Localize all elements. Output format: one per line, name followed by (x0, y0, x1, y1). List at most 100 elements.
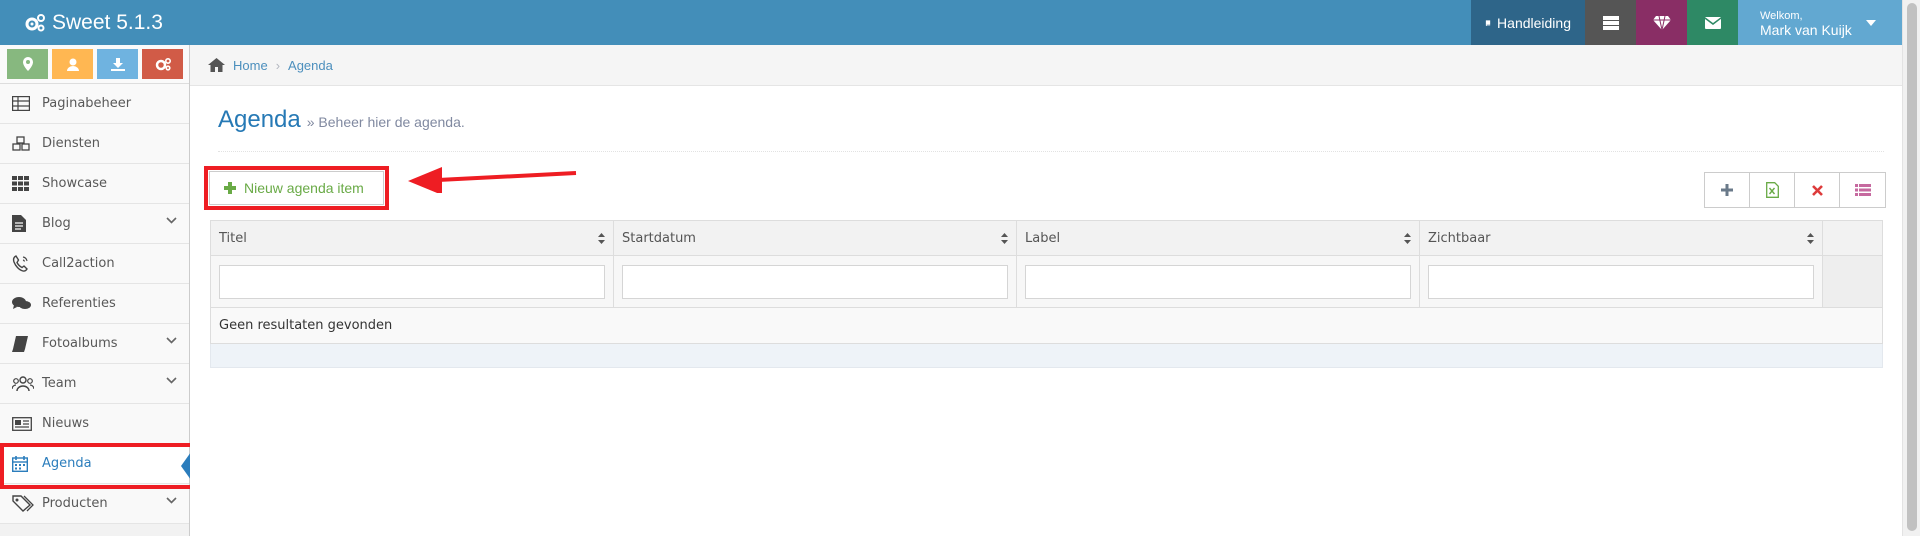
sidebar-item-label: Call2action (42, 256, 115, 271)
map-marker-icon (22, 57, 33, 71)
export-excel-button[interactable] (1750, 173, 1795, 207)
page-scrollbar[interactable] (1902, 0, 1920, 536)
manual-label: Handleiding (1497, 14, 1571, 31)
sidebar-item-referenties[interactable]: Referenties (0, 284, 189, 324)
breadcrumb-current[interactable]: Agenda (288, 58, 333, 73)
sidebar-item-label: Referenties (42, 296, 116, 311)
shortcut-settings[interactable] (142, 49, 183, 79)
chevron-down-icon (166, 377, 177, 384)
sidebar-item-call2action[interactable]: Call2action (0, 244, 189, 284)
download-icon (110, 57, 125, 71)
grid-toolbar (1704, 172, 1886, 208)
sort-icon (1001, 232, 1008, 244)
plus-icon (1721, 184, 1733, 196)
column-chooser-button[interactable] (1840, 173, 1885, 207)
grid-header-row: Titel Startdatum Label Zichtbaar (210, 220, 1883, 256)
scrollbar-thumb[interactable] (1907, 3, 1917, 531)
column-header-actions (1823, 221, 1882, 255)
page-title: Agenda (218, 106, 301, 133)
new-agenda-item-label: Nieuw agenda item (244, 180, 364, 196)
table-icon (12, 96, 30, 111)
column-header-zichtbaar[interactable]: Zichtbaar (1420, 221, 1823, 255)
users-icon (12, 376, 34, 391)
breadcrumb-separator: › (275, 57, 281, 73)
annotation-arrow-icon (408, 167, 577, 193)
sort-icon (1404, 232, 1411, 244)
new-agenda-item-button[interactable]: Nieuw agenda item (209, 171, 384, 205)
envelope-icon (1704, 16, 1721, 29)
server-icon (1602, 15, 1619, 30)
sidebar-item-label: Showcase (42, 176, 107, 191)
sidebar-item-nieuws[interactable]: Nieuws (0, 404, 189, 444)
sidebar-item-label: Diensten (42, 136, 100, 151)
phone-icon (12, 255, 28, 272)
page-header: Agenda » Beheer hier de agenda. (218, 106, 1884, 152)
sidebar-item-team[interactable]: Team (0, 364, 189, 404)
chevron-down-icon (166, 337, 177, 344)
filter-input-label[interactable] (1025, 264, 1411, 299)
grid-footer (210, 344, 1883, 368)
sidebar-shortcuts (0, 45, 189, 84)
sidebar-item-label: Producten (42, 496, 108, 511)
page-subtitle: » Beheer hier de agenda. (306, 114, 465, 130)
column-header-titel[interactable]: Titel (211, 221, 614, 255)
grid-filter-row (210, 256, 1883, 308)
cogs-icon (25, 13, 45, 31)
shortcut-location[interactable] (7, 49, 48, 79)
file-icon (12, 215, 26, 232)
grid-icon (12, 176, 29, 191)
sort-icon (1807, 232, 1814, 244)
sidebar-item-label: Paginabeheer (42, 96, 132, 111)
sidebar-item-label: Nieuws (42, 416, 89, 431)
breadcrumb-home[interactable]: Home (233, 58, 268, 73)
main-content: Home › Agenda Agenda » Beheer hier de ag… (190, 45, 1902, 536)
column-header-startdatum[interactable]: Startdatum (614, 221, 1017, 255)
filter-input-startdatum[interactable] (622, 264, 1008, 299)
manual-button[interactable]: Handleiding (1471, 0, 1585, 45)
sidebar-item-fotoalbums[interactable]: Fotoalbums (0, 324, 189, 364)
chevron-down-icon (166, 217, 177, 224)
column-header-label: Titel (219, 230, 247, 246)
sidebar-item-producten[interactable]: Producten (0, 484, 189, 524)
top-navbar: Sweet 5.1.3 Handleiding Welkom, Mark van… (0, 0, 1902, 45)
grid-empty-message: Geen resultaten gevonden (210, 308, 1883, 344)
app-title: Sweet 5.1.3 (52, 10, 163, 34)
sidebar-item-label: Team (42, 376, 77, 391)
comments-icon (12, 297, 31, 309)
filter-input-zichtbaar[interactable] (1428, 264, 1814, 299)
chevron-down-icon (166, 497, 177, 504)
shortcut-download[interactable] (97, 49, 138, 79)
cogs-icon (155, 58, 171, 71)
user-name: Mark van Kuijk (1760, 21, 1852, 38)
book-icon (12, 335, 28, 352)
breadcrumb: Home › Agenda (190, 45, 1902, 86)
column-header-label: Label (1025, 230, 1061, 246)
tasks-button[interactable] (1585, 0, 1636, 45)
agenda-grid: Titel Startdatum Label Zichtbaar Geen re… (210, 220, 1883, 368)
tags-icon (12, 495, 34, 512)
book-icon (1485, 19, 1491, 26)
add-button[interactable] (1705, 173, 1750, 207)
highlight-box-agenda (0, 443, 194, 489)
sidebar-item-showcase[interactable]: Showcase (0, 164, 189, 204)
messages-button[interactable] (1687, 0, 1738, 45)
diamond-icon (1652, 15, 1671, 30)
user-menu[interactable]: Welkom, Mark van Kuijk (1738, 0, 1902, 45)
filter-cell-actions (1823, 256, 1882, 307)
welcome-text: Welkom, (1760, 9, 1803, 22)
app-brand[interactable]: Sweet 5.1.3 (0, 0, 400, 45)
sidebar-item-paginabeheer[interactable]: Paginabeheer (0, 84, 189, 124)
sidebar-item-label: Fotoalbums (42, 336, 118, 351)
newspaper-icon (12, 416, 32, 431)
sidebar-item-blog[interactable]: Blog (0, 204, 189, 244)
delete-button[interactable] (1795, 173, 1840, 207)
column-header-label: Zichtbaar (1428, 230, 1491, 246)
column-header-label-col[interactable]: Label (1017, 221, 1420, 255)
plus-icon (224, 182, 236, 194)
sidebar-item-label: Blog (42, 216, 71, 231)
sidebar-item-diensten[interactable]: Diensten (0, 124, 189, 164)
shortcut-user[interactable] (52, 49, 93, 79)
close-icon (1811, 184, 1823, 196)
filter-input-titel[interactable] (219, 264, 605, 299)
premium-button[interactable] (1636, 0, 1687, 45)
